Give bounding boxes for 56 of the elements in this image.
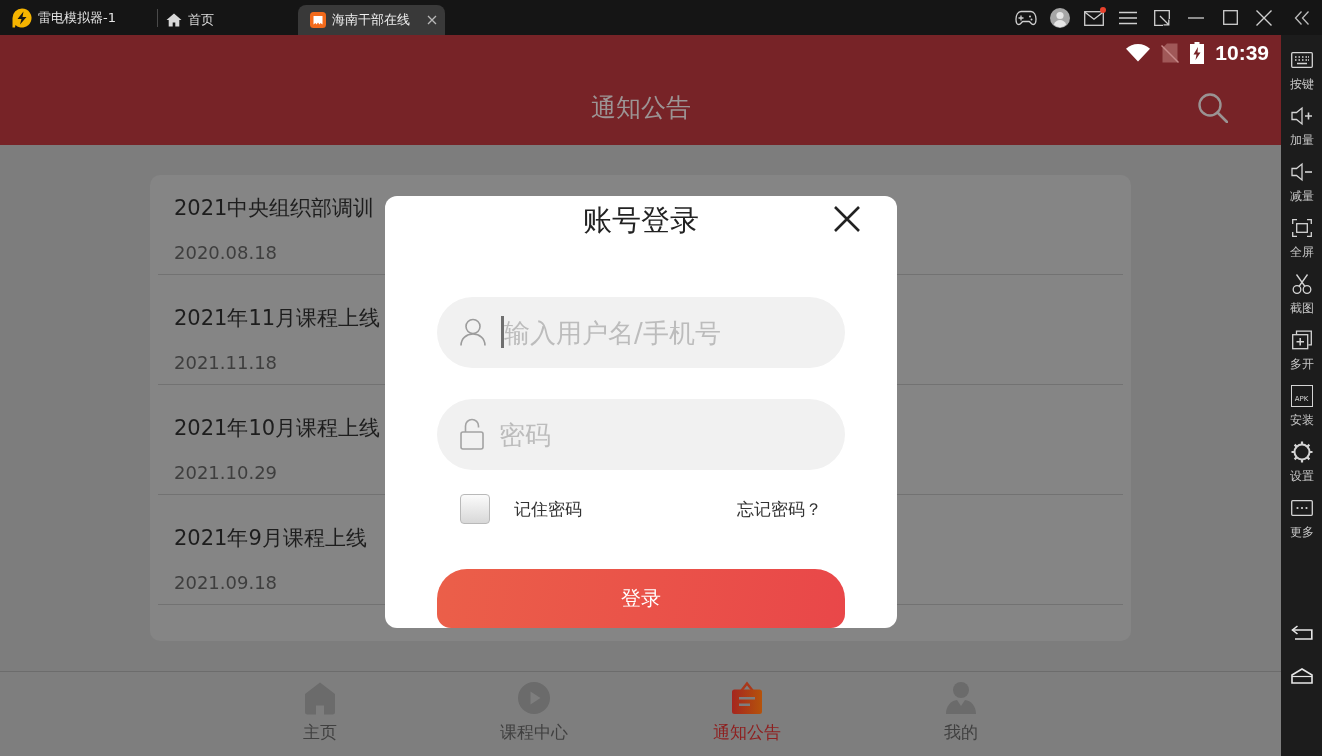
notice-title[interactable]: 2021年9月课程上线 [174,525,367,551]
battery-charging-icon [1190,41,1205,64]
notice-date: 2020.08.18 [174,243,278,263]
notice-title[interactable]: 2021年11月课程上线 [174,305,381,331]
emulator-tab[interactable]: 海南干部在线 [298,5,445,35]
gear-icon [1290,441,1313,463]
scissors-icon [1291,273,1312,295]
notice-date: 2021.09.18 [174,573,278,593]
sidebar-button[interactable]: 多开 [1281,329,1322,385]
emulator-name: 雷电模拟器-1 [38,8,116,27]
double-chevron-icon[interactable] [1293,10,1310,25]
notice-date: 2021.10.29 [174,463,278,483]
remember-checkbox[interactable] [460,494,490,524]
user-icon [460,318,486,346]
resize-window-icon[interactable] [1154,9,1170,26]
more-dots-icon [1290,497,1313,519]
page-title: 通知公告 [590,92,691,124]
close-icon[interactable] [834,206,860,232]
speaker-plus-icon [1290,105,1313,127]
notice-title[interactable]: 2021年10月课程上线 [174,415,381,441]
mail-icon[interactable] [1084,9,1104,26]
add-window-icon [1291,329,1312,351]
app-icon [310,12,326,28]
login-button[interactable]: 登录 [437,569,845,628]
sidebar-button[interactable]: 全屏 [1281,217,1322,273]
speaker-minus-icon [1290,161,1313,183]
house-icon [166,13,182,27]
forgot-password-link[interactable]: 忘记密码？ [737,497,822,521]
sidebar-button[interactable]: 更多 [1281,497,1322,553]
notice-board-icon [730,681,765,715]
fullscreen-icon [1291,217,1312,239]
minimize-icon[interactable] [1188,16,1204,19]
lock-icon [460,418,484,450]
home-icon[interactable] [1290,668,1313,684]
search-icon[interactable] [1198,92,1228,123]
sidebar-button[interactable]: 截图 [1281,273,1322,329]
user-avatar-icon[interactable] [1050,7,1070,28]
notice-date: 2021.11.18 [174,353,278,373]
sidebar-button[interactable]: 按键 [1281,49,1322,105]
no-sim-icon [1161,42,1180,63]
menu-icon[interactable] [1119,10,1137,25]
dialog-title: 账号登录 [583,202,699,239]
notice-title[interactable]: 2021中央组织部调训 [174,195,375,221]
sidebar-button[interactable]: 加量 [1281,105,1322,161]
close-icon[interactable] [427,15,437,25]
keyboard-icon [1290,49,1313,71]
back-icon[interactable] [1290,624,1313,640]
wifi-icon [1126,43,1151,62]
sidebar-button[interactable]: 设置 [1281,441,1322,497]
lightning-logo-icon [12,7,32,28]
sidebar-button[interactable]: 减量 [1281,161,1322,217]
status-time: 10:39 [1215,40,1269,65]
emulator-tab[interactable]: 首页 [158,5,298,35]
remember-password-label[interactable]: 记住密码 [514,497,582,521]
gamepad-icon[interactable] [1015,9,1037,26]
maximize-icon[interactable] [1222,10,1238,25]
